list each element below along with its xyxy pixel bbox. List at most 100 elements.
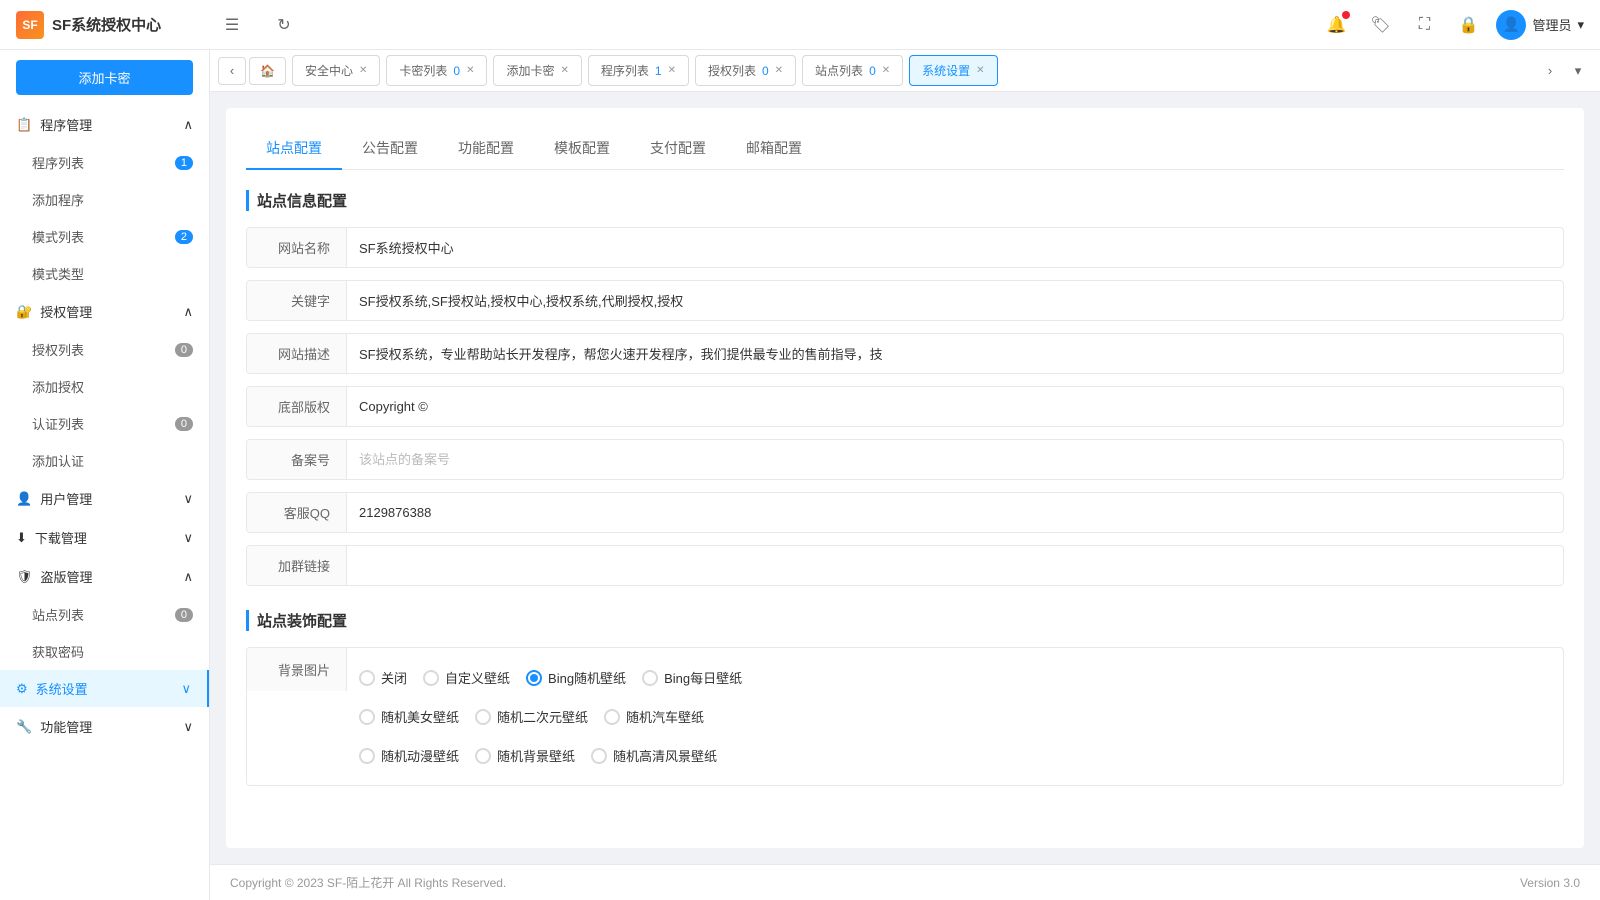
admin-dropdown-icon: ▾ — [1577, 17, 1584, 33]
sub-tab-notice-config[interactable]: 公告配置 — [342, 128, 438, 170]
menu-group-user-header[interactable]: 👤 用户管理 ∨ — [0, 479, 209, 518]
keywords-label: 关键字 — [247, 281, 347, 320]
auth-icon: 🔐 — [16, 304, 32, 320]
sub-tab-site-config[interactable]: 站点配置 — [246, 128, 342, 170]
icp-input[interactable] — [347, 442, 1563, 477]
radio-bg-animation[interactable]: 随机动漫壁纸 — [359, 746, 459, 765]
radio-bg-bing-random[interactable]: Bing随机壁纸 — [526, 668, 626, 687]
sidebar-item-site-list[interactable]: 站点列表 0 — [0, 596, 209, 633]
auth-group-label: 授权管理 — [40, 302, 92, 321]
site-name-input[interactable] — [347, 230, 1563, 265]
tab-card-list-close[interactable]: ✕ — [466, 65, 474, 76]
radio-bg-off[interactable]: 关闭 — [359, 668, 407, 687]
menu-group-system-header[interactable]: ⚙ 系统设置 ∨ — [0, 670, 209, 707]
admin-menu-button[interactable]: 👤 管理员 ▾ — [1496, 10, 1584, 40]
tab-system-settings-close[interactable]: ✕ — [976, 65, 984, 76]
background-label: 背景图片 — [247, 648, 347, 691]
notification-button[interactable]: 🔔 — [1320, 9, 1352, 41]
system-group-label: 系统设置 — [36, 679, 88, 698]
program-group-label: 程序管理 — [40, 115, 92, 134]
function-chevron-icon: ∨ — [183, 719, 193, 735]
sidebar-item-mode-type[interactable]: 模式类型 — [0, 255, 209, 292]
lock-button[interactable]: 🔒 — [1452, 9, 1484, 41]
tab-auth-list-close[interactable]: ✕ — [775, 65, 783, 76]
tab-add-card-close[interactable]: ✕ — [560, 65, 568, 76]
sidebar-item-program-list[interactable]: 程序列表 1 — [0, 144, 209, 181]
copyright-input[interactable] — [347, 389, 1563, 424]
download-group-label: 下载管理 — [35, 528, 87, 547]
tag-button[interactable]: 🏷 — [1364, 9, 1396, 41]
description-input[interactable] — [347, 336, 1563, 371]
tab-station-list-close[interactable]: ✕ — [882, 65, 890, 76]
tab-security[interactable]: 安全中心 ✕ — [292, 55, 380, 86]
menu-toggle-button[interactable]: ☰ — [216, 9, 248, 41]
sub-tab-pay-config[interactable]: 支付配置 — [630, 128, 726, 170]
radio-circle-car — [604, 709, 620, 725]
logo-icon: SF — [16, 11, 44, 39]
tab-auth-list[interactable]: 授权列表 0 ✕ — [695, 55, 796, 86]
tab-card-list-label: 卡密列表 — [399, 62, 447, 79]
sidebar-item-auth-list[interactable]: 授权列表 0 — [0, 331, 209, 368]
group-link-input[interactable] — [347, 548, 1563, 583]
sidebar-item-add-program[interactable]: 添加程序 — [0, 181, 209, 218]
tab-home[interactable]: 🏠 — [249, 57, 286, 85]
sidebar-item-add-auth[interactable]: 添加授权 — [0, 368, 209, 405]
tab-prev-button[interactable]: ‹ — [218, 57, 246, 85]
radio-circle-bing-random — [526, 670, 542, 686]
content-inner: 站点配置 公告配置 功能配置 模板配置 支付配置 邮箱配置 — [226, 108, 1584, 848]
fullscreen-button[interactable]: ⛶ — [1408, 9, 1440, 41]
quick-add-card-button[interactable]: 添加卡密 — [16, 60, 193, 95]
radio-bg-bing-daily[interactable]: Bing每日壁纸 — [642, 668, 742, 687]
download-chevron-icon: ∨ — [183, 530, 193, 546]
radio-bg-scenery[interactable]: 随机背景壁纸 — [475, 746, 575, 765]
menu-group-piracy-header[interactable]: 🛡 盗版管理 ∧ — [0, 557, 209, 596]
sub-tab-email-config[interactable]: 邮箱配置 — [726, 128, 822, 170]
group-link-label: 加群链接 — [247, 546, 347, 585]
sub-tab-function-config[interactable]: 功能配置 — [438, 128, 534, 170]
header-center: ☰ ↻ — [216, 9, 1320, 41]
menu-group-auth-header[interactable]: 🔐 授权管理 ∧ — [0, 292, 209, 331]
sidebar-item-get-password[interactable]: 获取密码 — [0, 633, 209, 670]
icp-label: 备案号 — [247, 440, 347, 479]
radio-bg-hd[interactable]: 随机高清风景壁纸 — [591, 746, 717, 765]
background-options: 关闭 自定义壁纸 Bing随机壁纸 — [347, 648, 1563, 785]
layout: 添加卡密 📋 程序管理 ∧ 程序列表 1 添加程序 — [0, 50, 1600, 900]
menu-group-download-header[interactable]: ⬇ 下载管理 ∨ — [0, 518, 209, 557]
radio-circle-custom — [423, 670, 439, 686]
site-info-section-title: 站点信息配置 — [246, 190, 1564, 211]
tab-security-close[interactable]: ✕ — [359, 65, 367, 76]
tab-station-list[interactable]: 站点列表 0 ✕ — [802, 55, 903, 86]
menu-group-program-header[interactable]: 📋 程序管理 ∧ — [0, 105, 209, 144]
radio-bg-car[interactable]: 随机汽车壁纸 — [604, 707, 704, 726]
radio-bg-custom[interactable]: 自定义壁纸 — [423, 668, 510, 687]
tab-program-list-close[interactable]: ✕ — [668, 65, 676, 76]
radio-bg-girl[interactable]: 随机美女壁纸 — [359, 707, 459, 726]
tab-program-list[interactable]: 程序列表 1 ✕ — [588, 55, 689, 86]
menu-group-function: 🔧 功能管理 ∨ — [0, 707, 209, 746]
refresh-button[interactable]: ↻ — [268, 9, 300, 41]
tab-program-list-count: 1 — [655, 64, 662, 78]
sub-tab-template-config[interactable]: 模板配置 — [534, 128, 630, 170]
sidebar-item-cert-list[interactable]: 认证列表 0 — [0, 405, 209, 442]
system-chevron-icon: ∨ — [181, 681, 191, 697]
form-row-keywords: 关键字 — [246, 280, 1564, 321]
header: SF SF系统授权中心 ☰ ↻ 🔔 🏷 ⛶ 🔒 👤 管理员 ▾ — [0, 0, 1600, 50]
sidebar-item-add-cert[interactable]: 添加认证 — [0, 442, 209, 479]
download-icon: ⬇ — [16, 530, 27, 546]
radio-group-background-3: 随机动漫壁纸 随机背景壁纸 随机高清风景壁纸 — [359, 736, 1551, 775]
sidebar-item-mode-list[interactable]: 模式列表 2 — [0, 218, 209, 255]
tab-more-button[interactable]: › — [1536, 57, 1564, 85]
radio-bg-2d[interactable]: 随机二次元壁纸 — [475, 707, 588, 726]
program-list-badge: 1 — [175, 156, 193, 170]
piracy-chevron-icon: ∧ — [183, 569, 193, 585]
tab-system-settings[interactable]: 系统设置 ✕ — [909, 55, 997, 86]
radio-circle-hd — [591, 748, 607, 764]
keywords-input[interactable] — [347, 283, 1563, 318]
menu-group-function-header[interactable]: 🔧 功能管理 ∨ — [0, 707, 209, 746]
tab-dropdown-button[interactable]: ▾ — [1564, 57, 1592, 85]
tab-card-list[interactable]: 卡密列表 0 ✕ — [386, 55, 487, 86]
qq-input[interactable] — [347, 495, 1563, 530]
tab-add-card[interactable]: 添加卡密 ✕ — [493, 55, 581, 86]
radio-circle-animation — [359, 748, 375, 764]
sub-tabs: 站点配置 公告配置 功能配置 模板配置 支付配置 邮箱配置 — [246, 128, 1564, 170]
